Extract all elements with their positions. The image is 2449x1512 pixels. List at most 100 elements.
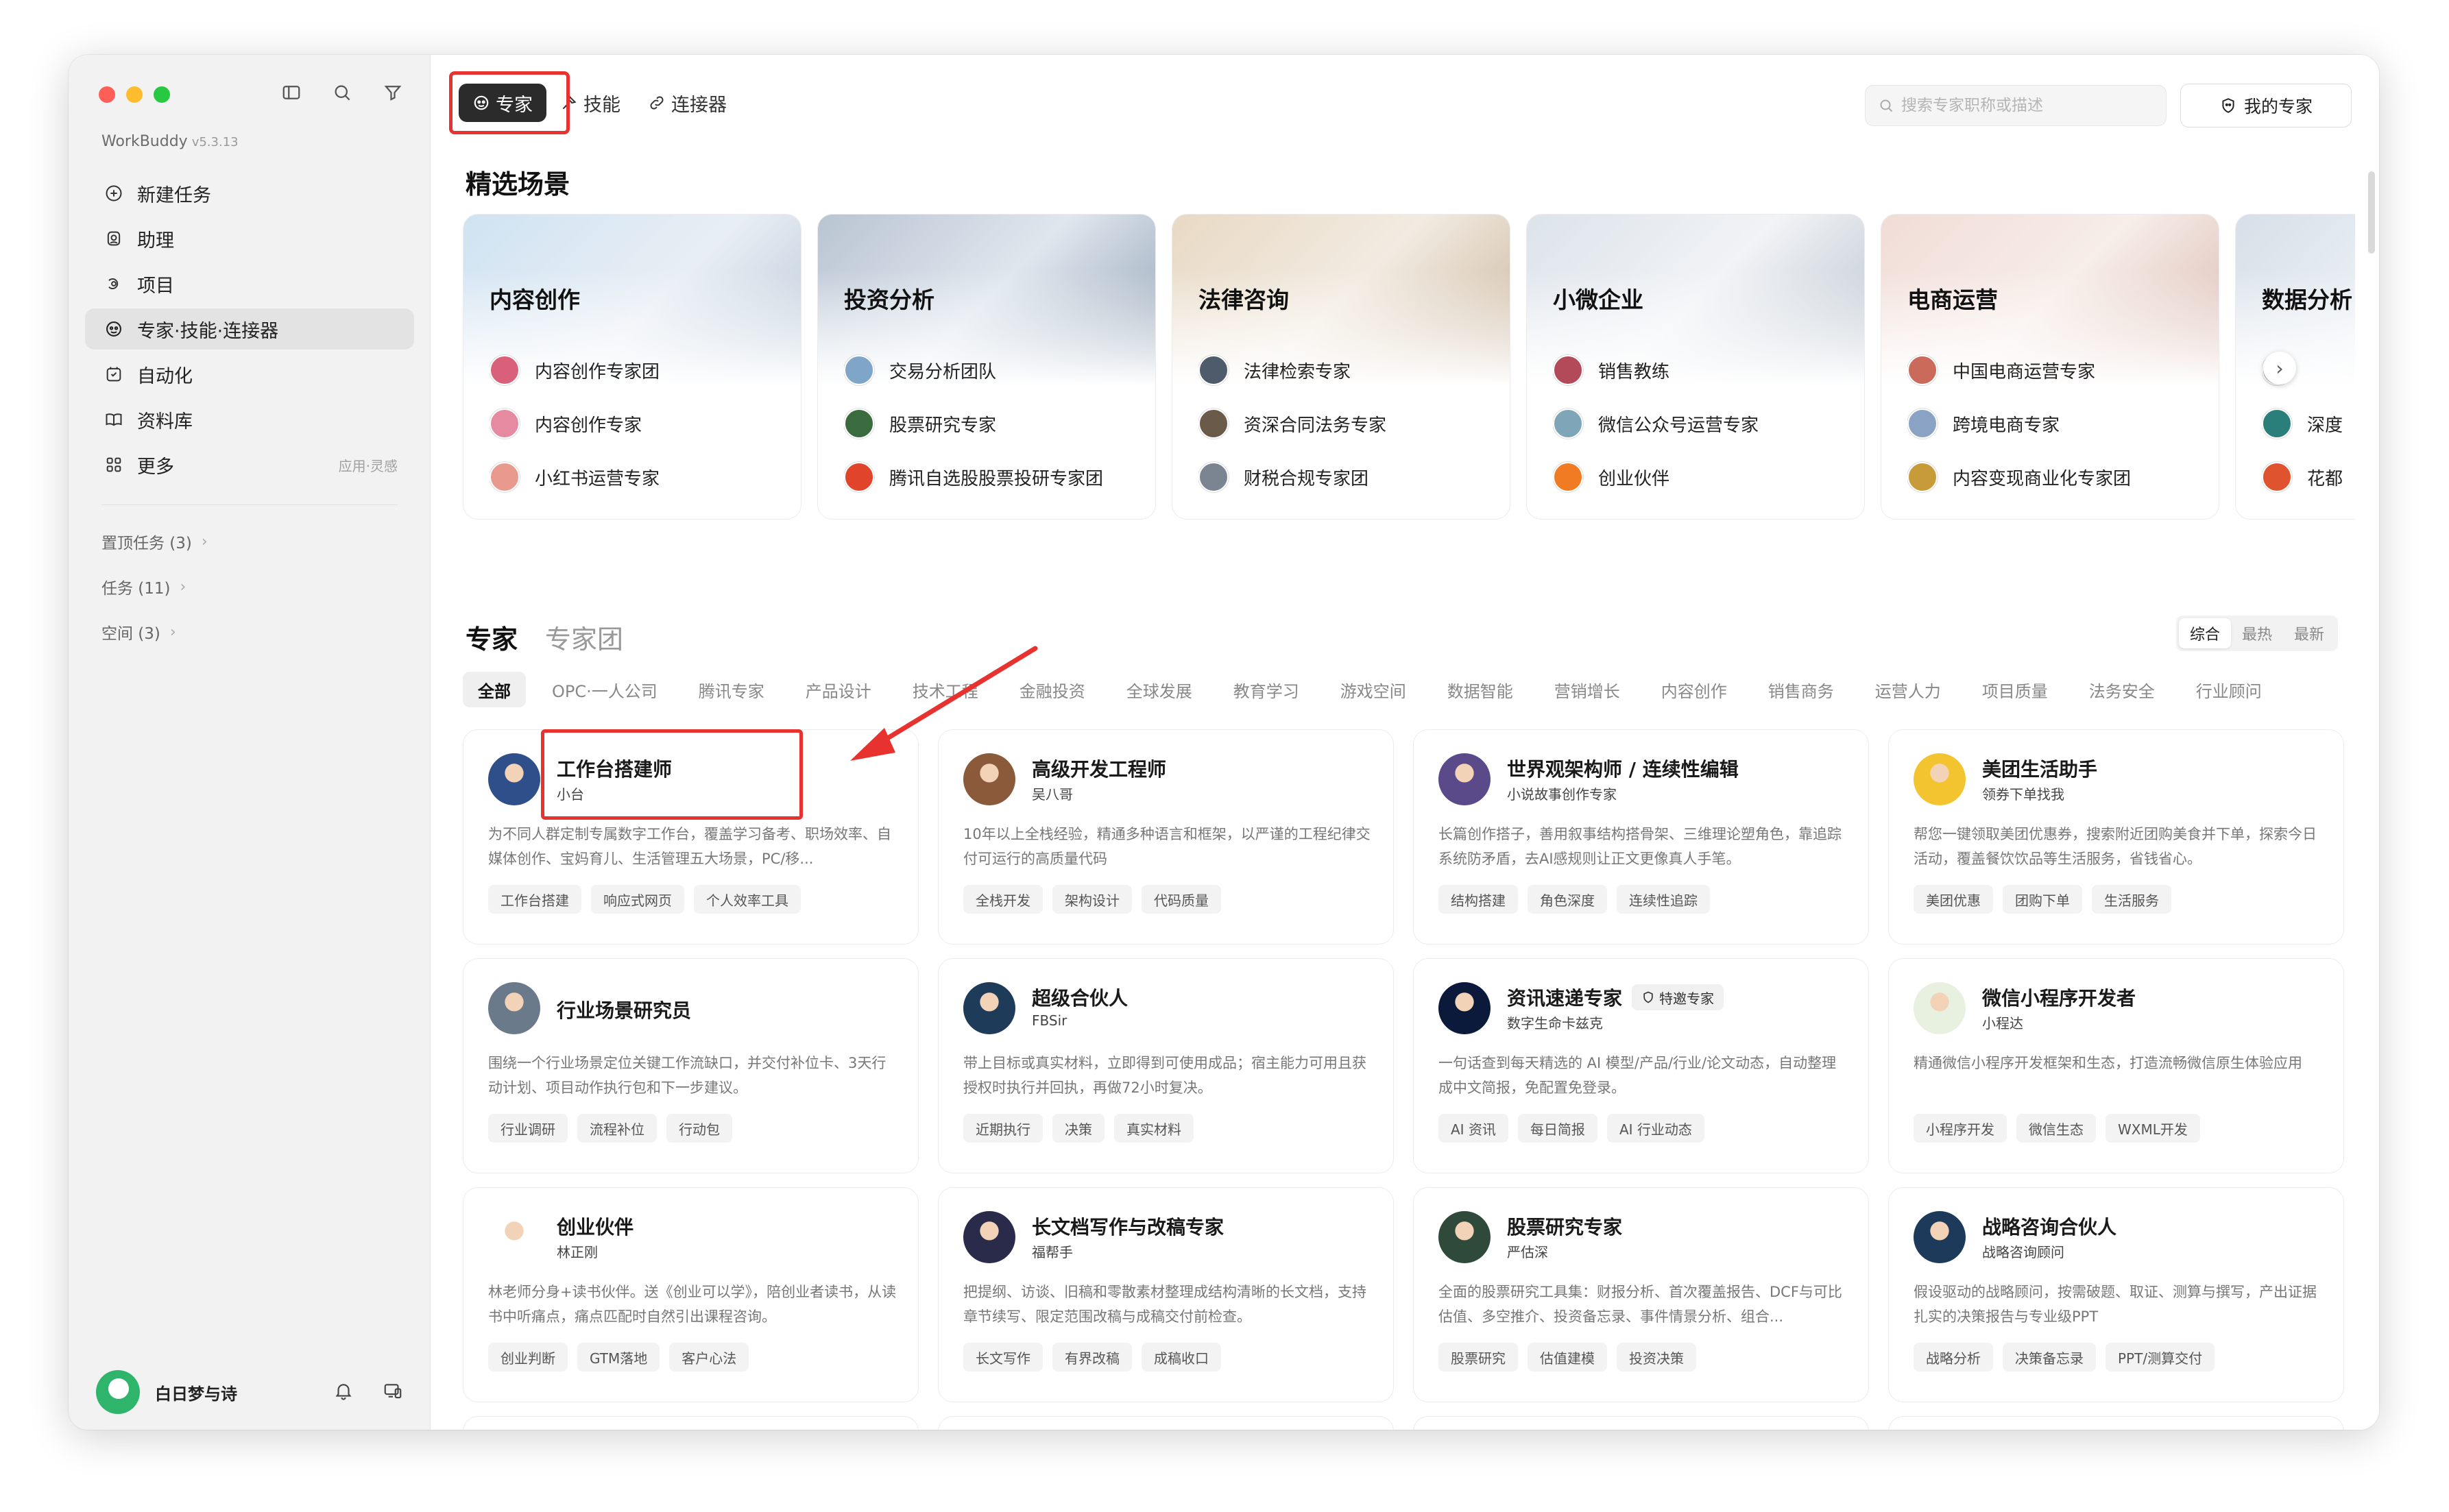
scene-expert-item[interactable]: 内容创作专家团 [490, 343, 787, 397]
tag[interactable]: 角色深度 [1528, 885, 1607, 914]
toggle-sidebar-icon[interactable] [280, 81, 303, 104]
tag[interactable]: 行业调研 [488, 1114, 568, 1143]
scene-expert-item[interactable]: 中国电商运营专家 [1907, 343, 2205, 397]
tag[interactable]: 股票研究 [1438, 1343, 1518, 1371]
filter-chip[interactable]: 营销增长 [1539, 672, 1635, 707]
sidebar-item-more[interactable]: 更多 应用·灵感 [85, 444, 414, 485]
filter-chip[interactable]: 金融投资 [1004, 672, 1100, 707]
tag[interactable]: 行动包 [666, 1114, 732, 1143]
scene-expert-item[interactable]: 销售教练 [1553, 343, 1850, 397]
expert-card[interactable]: 高级开发工程师 吴八哥 10年以上全栈经验，精通多种语言和框架，以严谨的工程纪律交付… [938, 729, 1394, 944]
scene-expert-item[interactable]: 股票研究专家 [844, 397, 1142, 450]
expert-card[interactable]: 超级合伙人 FBSir 带上目标或真实材料，立即得到可使用成品；宿主能力可用且获授权… [938, 958, 1394, 1173]
filter-chip[interactable]: 法务安全 [2074, 672, 2170, 707]
expert-card[interactable]: 项目来了，先把路理清MAI Lab并购Agent [938, 1416, 1394, 1430]
sidebar-section-pinned[interactable]: 置顶任务 (3) › [69, 519, 414, 564]
tag[interactable]: 微信生态 [2016, 1114, 2096, 1143]
filter-chip[interactable]: 全球发展 [1111, 672, 1207, 707]
tab-connectors[interactable]: 连接器 [634, 84, 740, 122]
scene-card[interactable]: 内容创作 内容创作专家团 内容创作专家 小红书运营专家 [463, 214, 801, 520]
tag[interactable]: WXML开发 [2106, 1114, 2200, 1143]
expert-card[interactable]: 股票研究专家 严估深 全面的股票研究工具集：财报分析、首次覆盖报告、DCF与可比估值… [1413, 1187, 1869, 1402]
minimize-window-button[interactable] [126, 86, 143, 103]
filter-chip[interactable]: OPC·一人公司 [537, 672, 673, 707]
scene-card[interactable]: 数据分析 深度 花都 › [2235, 214, 2355, 520]
sidebar-item-project[interactable]: 项目 [85, 263, 414, 304]
tab-skills[interactable]: 技能 [546, 84, 634, 122]
user-name[interactable]: 白日梦与诗 [155, 1380, 237, 1404]
filter-chip[interactable]: 项目质量 [1967, 672, 2063, 707]
tag[interactable]: 创业判断 [488, 1343, 568, 1371]
sidebar-item-automation[interactable]: 自动化 [85, 354, 414, 395]
expert-card[interactable]: 微信小程序开发者 小程达 精通微信小程序开发框架和生态，打造流畅微信原生体验应用 小程… [1888, 958, 2344, 1173]
search-box[interactable] [1865, 85, 2167, 126]
tag[interactable]: GTM落地 [577, 1343, 660, 1371]
tag[interactable]: 客户心法 [669, 1343, 749, 1371]
tag[interactable]: 成稿收口 [1142, 1343, 1221, 1371]
tag[interactable]: 生活服务 [2092, 885, 2171, 914]
tag[interactable]: 估值建模 [1528, 1343, 1607, 1371]
scene-expert-item[interactable]: 腾讯自选股股票投研专家团 [844, 450, 1142, 504]
scene-expert-item[interactable]: 内容创作专家 [490, 397, 787, 450]
tag[interactable]: PPT/测算交付 [2106, 1343, 2215, 1371]
expert-card[interactable]: 世界观架构师 / 连续性编辑 小说故事创作专家 长篇创作搭子，善用叙事结构搭骨架、三… [1413, 729, 1869, 944]
tag[interactable]: 小程序开发 [1914, 1114, 2007, 1143]
filter-chip[interactable]: 数据智能 [1432, 672, 1528, 707]
sidebar-section-tasks[interactable]: 任务 (11) › [69, 564, 414, 609]
tag[interactable]: 决策备忘录 [2003, 1343, 2096, 1371]
expert-card[interactable]: 行业场景研究员 围绕一个行业场景定位关键工作流缺口，并交付补位卡、3天行动计划、项… [463, 958, 919, 1173]
tab-experts-list[interactable]: 专家 [466, 618, 518, 656]
scene-expert-item[interactable]: 财税合规专家团 [1198, 450, 1496, 504]
devices-icon[interactable] [383, 1380, 403, 1404]
tag[interactable]: 响应式网页 [591, 885, 684, 914]
scrollbar[interactable] [2368, 171, 2375, 254]
tag[interactable]: 架构设计 [1052, 885, 1132, 914]
tag[interactable]: 个人效率工具 [694, 885, 801, 914]
scene-expert-item[interactable]: 跨境电商专家 [1907, 397, 2205, 450]
expert-card[interactable]: 微信公众号运营专家号运运 [463, 1416, 919, 1430]
tag[interactable]: 美团优惠 [1914, 885, 1993, 914]
expert-card[interactable]: 美团生活助手 领券下单找我 帮您一键领取美团优惠券，搜索附近团购美食并下单，探索今日… [1888, 729, 2344, 944]
scene-expert-item[interactable]: 资深合同法务专家 [1198, 397, 1496, 450]
filter-chip[interactable]: 教育学习 [1218, 672, 1314, 707]
tag[interactable]: 流程补位 [577, 1114, 657, 1143]
tag[interactable]: AI 资讯 [1438, 1114, 1508, 1143]
scene-expert-item[interactable]: 创业伙伴 [1553, 450, 1850, 504]
tag[interactable]: 团购下单 [2003, 885, 2082, 914]
tag[interactable]: 每日简报 [1517, 1114, 1597, 1143]
expert-card[interactable]: 工作台搭建师 小台 为不同人群定制专属数字工作台，覆盖学习备考、职场效率、自媒体创作… [463, 729, 919, 944]
scene-card[interactable]: 法律咨询 法律检索专家 资深合同法务专家 财税合规专家团 [1172, 214, 1510, 520]
filter-chip[interactable]: 腾讯专家 [684, 672, 780, 707]
filter-chip[interactable]: 技术工程 [897, 672, 993, 707]
sidebar-section-spaces[interactable]: 空间 (3) › [69, 609, 414, 655]
filter-icon[interactable] [381, 81, 405, 104]
avatar[interactable] [96, 1370, 140, 1414]
tag[interactable]: 工作台搭建 [488, 885, 581, 914]
filter-chip[interactable]: 行业顾问 [2181, 672, 2277, 707]
tag[interactable]: 战略分析 [1914, 1343, 1993, 1371]
tag[interactable]: AI 行业动态 [1606, 1114, 1704, 1143]
filter-chip[interactable]: 全部 [463, 672, 526, 707]
filter-chip[interactable]: 游戏空间 [1325, 672, 1421, 707]
sidebar-item-new-task[interactable]: 新建任务 [85, 173, 414, 214]
expert-card[interactable]: 长文档写作与改稿专家 福帮手 把提纲、访谈、旧稿和零散素材整理成结构清晰的长文档，支… [938, 1187, 1394, 1402]
tag[interactable]: 连续性追踪 [1617, 885, 1710, 914]
scene-card[interactable]: 电商运营 中国电商运营专家 跨境电商专家 内容变现商业化专家团 [1881, 214, 2219, 520]
tag[interactable]: 全栈开发 [963, 885, 1043, 914]
scene-expert-item[interactable]: 微信公众号运营专家 [1553, 397, 1850, 450]
tab-experts[interactable]: 专家 [459, 84, 546, 122]
scene-expert-item[interactable]: 深度 [2262, 397, 2355, 450]
tag[interactable]: 投资决策 [1617, 1343, 1696, 1371]
tag[interactable]: 长文写作 [963, 1343, 1043, 1371]
filter-chip[interactable]: 产品设计 [791, 672, 886, 707]
sidebar-item-experts[interactable]: 专家·技能·连接器 [85, 308, 414, 350]
search-input[interactable] [1901, 97, 2162, 114]
tag[interactable]: 结构搭建 [1438, 885, 1518, 914]
maximize-window-button[interactable] [154, 86, 170, 103]
scene-card[interactable]: 小微企业 销售教练 微信公众号运营专家 创业伙伴 [1526, 214, 1865, 520]
scene-expert-item[interactable]: 花都 [2262, 450, 2355, 504]
scene-card[interactable]: 投资分析 交易分析团队 股票研究专家 腾讯自选股股票投研专家团 [817, 214, 1156, 520]
bell-icon[interactable] [333, 1380, 354, 1404]
scene-expert-item[interactable]: 交易分析团队 [844, 343, 1142, 397]
sidebar-item-assistant[interactable]: 助理 [85, 218, 414, 259]
